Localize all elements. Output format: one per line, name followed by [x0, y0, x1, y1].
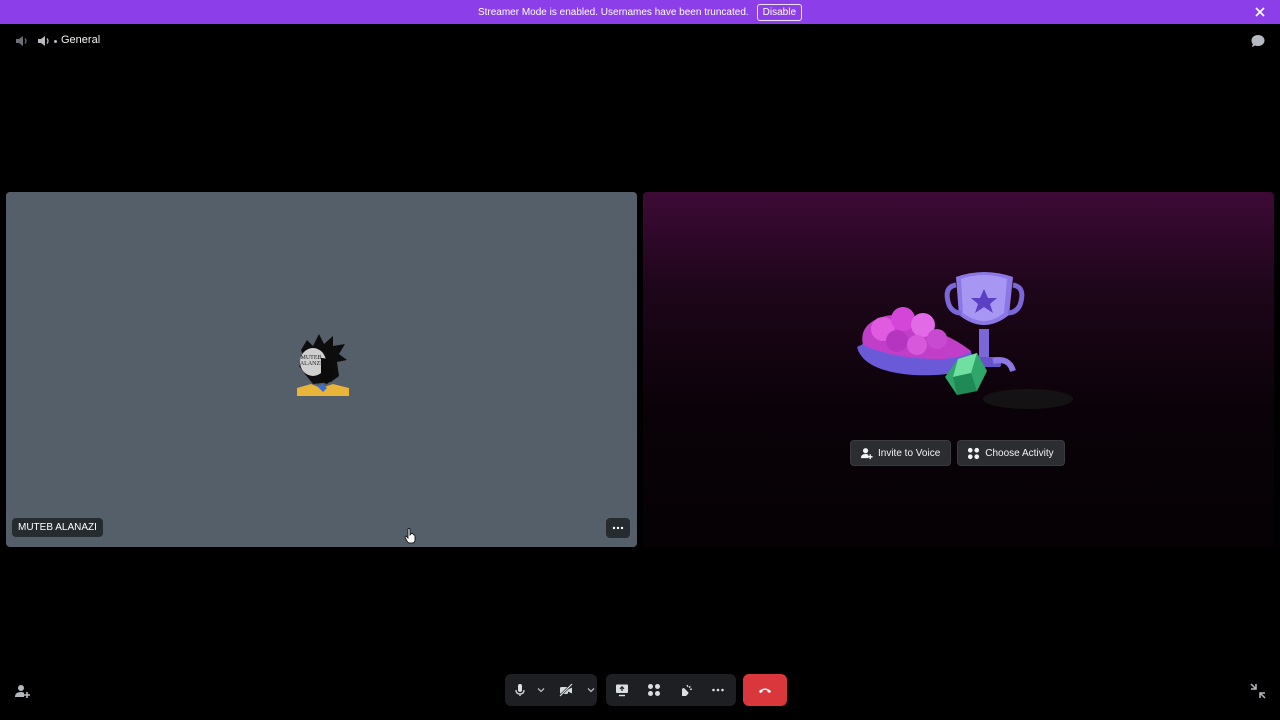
- microphone-icon: [515, 684, 525, 696]
- speaker-icon[interactable]: [14, 33, 30, 49]
- camera-options-button[interactable]: [585, 674, 597, 706]
- camera-off-icon: [559, 683, 573, 697]
- soundboard-button[interactable]: [670, 674, 702, 706]
- screen-share-icon: [616, 684, 628, 697]
- camera-button[interactable]: [547, 674, 585, 706]
- microphone-options-button[interactable]: [535, 674, 547, 706]
- disconnect-button[interactable]: [743, 674, 787, 706]
- screen-share-button[interactable]: [606, 674, 638, 706]
- chat-icon[interactable]: [1250, 33, 1266, 49]
- activities-button[interactable]: [638, 674, 670, 706]
- choose-activity-label: Choose Activity: [985, 447, 1054, 459]
- invite-to-voice-button[interactable]: Invite to Voice: [850, 440, 952, 466]
- activity-buttons: Invite to Voice Choose Activity: [850, 440, 1065, 466]
- svg-text:ALANZI: ALANZI: [300, 361, 322, 367]
- exit-fullscreen-icon[interactable]: [1250, 683, 1266, 699]
- separator-dot: [54, 40, 57, 43]
- activity-controls: [606, 674, 736, 706]
- streamer-mode-banner: Streamer Mode is enabled. Usernames have…: [0, 0, 1280, 24]
- chevron-down-icon: [537, 688, 545, 693]
- add-person-icon[interactable]: [14, 683, 30, 699]
- chevron-down-icon: [587, 688, 595, 693]
- disable-streamer-mode-button[interactable]: Disable: [756, 3, 803, 21]
- more-icon: [712, 688, 724, 692]
- invite-to-voice-label: Invite to Voice: [878, 447, 941, 459]
- add-user-icon: [860, 447, 873, 459]
- channel-title: General: [61, 34, 101, 46]
- banner-message: Streamer Mode is enabled. Usernames have…: [477, 6, 749, 18]
- hand-cursor-icon: [404, 528, 416, 544]
- user-name-tag: MUTEB ALANAZI: [12, 518, 103, 537]
- user-video-tile[interactable]: MUTEB ALANZI MUTEB ALANAZI: [6, 192, 637, 547]
- tile-more-options-button[interactable]: [606, 518, 630, 538]
- microphone-button[interactable]: [505, 674, 535, 706]
- soundboard-icon: [682, 684, 693, 696]
- hang-up-icon: [759, 688, 771, 693]
- user-avatar: MUTEB ALANZI: [291, 332, 353, 400]
- call-header: General: [0, 24, 1280, 58]
- activities-icon: [648, 684, 660, 696]
- activity-illustration: [853, 267, 1093, 417]
- volume-icon[interactable]: [36, 33, 52, 49]
- activities-grid-icon: [968, 447, 980, 459]
- close-banner-icon[interactable]: [1252, 4, 1268, 20]
- activity-tile: Invite to Voice Choose Activity: [643, 192, 1274, 547]
- audio-video-controls: [505, 674, 597, 706]
- more-options-button[interactable]: [702, 674, 734, 706]
- choose-activity-button[interactable]: Choose Activity: [957, 440, 1065, 466]
